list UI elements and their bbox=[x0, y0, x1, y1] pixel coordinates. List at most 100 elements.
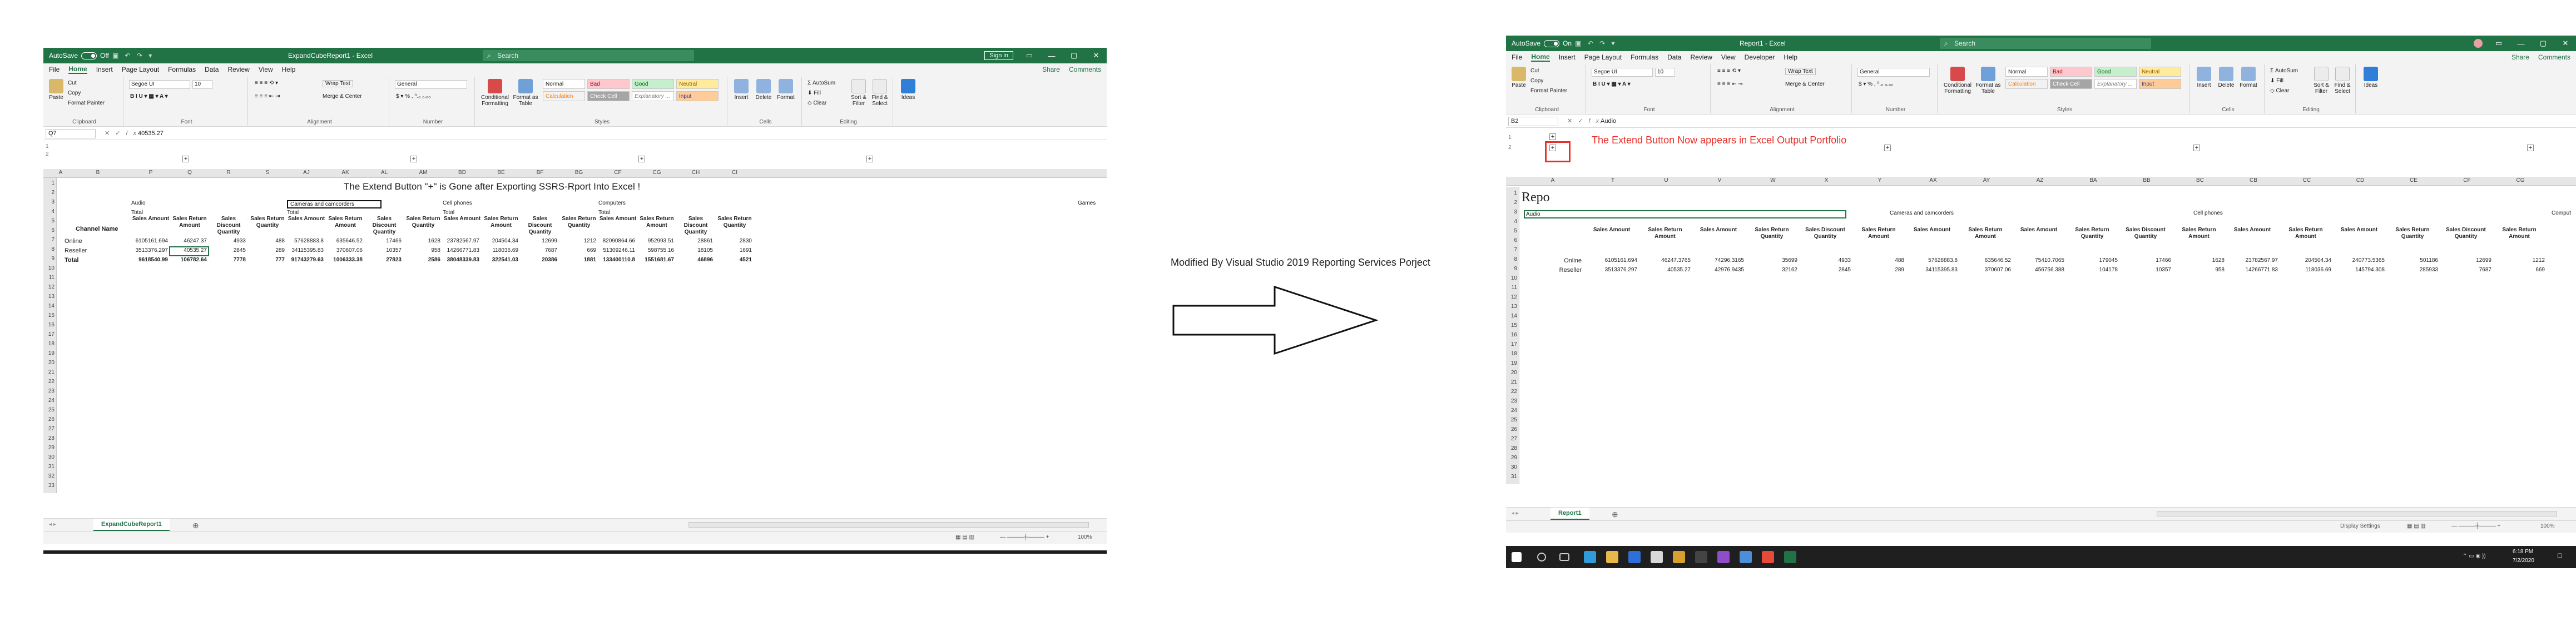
column-header[interactable]: Q bbox=[170, 170, 209, 176]
row-header[interactable]: 21 bbox=[43, 369, 55, 375]
file-explorer-icon[interactable] bbox=[1606, 551, 1618, 563]
find-select-button[interactable]: Find & Select bbox=[2332, 67, 2352, 95]
view-icons[interactable]: ▦ ▤ ▥ bbox=[2407, 523, 2426, 529]
column-header[interactable]: CE bbox=[2387, 177, 2440, 183]
column-header[interactable]: AX bbox=[1906, 177, 1960, 183]
column-header[interactable]: W bbox=[1746, 177, 1800, 183]
tab-file[interactable]: File bbox=[49, 66, 60, 73]
name-box[interactable]: Q7 bbox=[46, 129, 96, 138]
insert-button[interactable]: Insert bbox=[732, 79, 751, 101]
ideas-button[interactable]: Ideas bbox=[2361, 67, 2380, 88]
column-header[interactable]: AL bbox=[365, 170, 404, 176]
tray-icons[interactable]: ⌃ ▭ ◉ )) bbox=[2463, 553, 2486, 559]
clock-date[interactable]: 7/2/2020 bbox=[2513, 558, 2534, 564]
row-header[interactable]: 5 bbox=[1506, 228, 1517, 234]
row-header[interactable]: 17 bbox=[43, 331, 55, 337]
row-header[interactable]: 12 bbox=[1506, 294, 1517, 300]
row-header[interactable]: 30 bbox=[1506, 464, 1517, 470]
number-format-select[interactable]: General bbox=[1857, 68, 1930, 77]
row-header[interactable]: 15 bbox=[1506, 322, 1517, 329]
close-icon[interactable]: ✕ bbox=[2559, 39, 2572, 48]
cut-button[interactable]: Cut bbox=[68, 80, 77, 86]
expand-plus-button[interactable]: + bbox=[638, 156, 645, 162]
row-header[interactable]: 26 bbox=[43, 416, 55, 423]
visual-studio-icon[interactable] bbox=[1717, 551, 1730, 563]
row-header[interactable]: 23 bbox=[1506, 398, 1517, 404]
column-header[interactable]: AM bbox=[404, 170, 443, 176]
clear-button[interactable]: ◇ Clear bbox=[808, 100, 826, 106]
row-header[interactable]: 30 bbox=[43, 454, 55, 460]
copy-button[interactable]: Copy bbox=[1530, 78, 1543, 84]
sort-filter-button[interactable]: Sort & Filter bbox=[2311, 67, 2331, 95]
column-header[interactable]: CD bbox=[2334, 177, 2387, 183]
tab-view[interactable]: View bbox=[259, 66, 273, 73]
row-header[interactable]: 20 bbox=[43, 360, 55, 366]
row-header[interactable]: 6 bbox=[43, 227, 55, 233]
fx-icon[interactable]: ✕✓fx bbox=[105, 130, 142, 137]
ribbon-display-icon[interactable]: ▭ bbox=[1023, 51, 1036, 60]
tab-formulas[interactable]: Formulas bbox=[168, 66, 196, 73]
outline-level-1[interactable]: 1 bbox=[46, 143, 49, 150]
row-header[interactable]: 10 bbox=[43, 265, 55, 271]
fill-button[interactable]: ⬇ Fill bbox=[2270, 78, 2283, 84]
row-header[interactable]: 3 bbox=[43, 199, 55, 205]
row-header[interactable]: 27 bbox=[1506, 436, 1517, 442]
zoom-slider[interactable]: — ———┼——— + bbox=[2451, 523, 2500, 529]
tab-home[interactable]: Home bbox=[68, 65, 87, 74]
view-icons[interactable]: ▦ ▤ ▥ bbox=[955, 534, 974, 540]
formula-input[interactable]: Audio bbox=[1601, 118, 1616, 125]
share-button[interactable]: Share bbox=[2511, 53, 2529, 61]
outline-level-2[interactable]: 2 bbox=[46, 151, 49, 157]
tab-page-layout[interactable]: Page Layout bbox=[122, 66, 159, 73]
app-icon-4[interactable] bbox=[1740, 551, 1752, 563]
tab-home[interactable]: Home bbox=[1531, 53, 1550, 62]
row-header[interactable]: 8 bbox=[1506, 256, 1517, 262]
row-header[interactable]: 25 bbox=[1506, 417, 1517, 423]
row-header[interactable]: 31 bbox=[43, 464, 55, 470]
row-header[interactable]: 24 bbox=[43, 398, 55, 404]
minimize-icon[interactable]: — bbox=[2515, 39, 2527, 48]
format-as-table-button[interactable]: Format as Table bbox=[512, 79, 539, 107]
tab-review[interactable]: Review bbox=[227, 66, 249, 73]
column-header[interactable]: CI bbox=[715, 170, 754, 176]
column-header[interactable]: BG bbox=[559, 170, 598, 176]
sort-filter-button[interactable]: Sort & Filter bbox=[849, 79, 869, 107]
tab-insert[interactable]: Insert bbox=[1559, 53, 1576, 61]
edge-icon[interactable] bbox=[1584, 551, 1596, 563]
column-header[interactable]: CH bbox=[676, 170, 715, 176]
delete-button[interactable]: Delete bbox=[2217, 67, 2236, 88]
tab-data[interactable]: Data bbox=[1667, 53, 1681, 61]
row-header[interactable]: 23 bbox=[43, 388, 55, 394]
font-size-select[interactable]: 10 bbox=[192, 80, 212, 89]
style-input[interactable]: Input bbox=[676, 91, 719, 101]
excel-icon[interactable] bbox=[1784, 551, 1796, 563]
comments-button[interactable]: Comments bbox=[1069, 66, 1101, 73]
column-header[interactable]: CF bbox=[2440, 177, 2494, 183]
row-header[interactable]: 24 bbox=[1506, 408, 1517, 414]
column-header[interactable]: CC bbox=[2280, 177, 2334, 183]
zoom-level[interactable]: 100% bbox=[2540, 523, 2555, 529]
column-header[interactable]: BF bbox=[521, 170, 559, 176]
style-neutral[interactable]: Neutral bbox=[2139, 67, 2181, 77]
align-icons[interactable]: ≡ ≡ ≡ ⟲ ▾ bbox=[1717, 68, 1741, 74]
ideas-button[interactable]: Ideas bbox=[899, 79, 918, 101]
row-header[interactable]: 9 bbox=[1506, 266, 1517, 272]
merge-center-button[interactable]: Merge & Center bbox=[1785, 81, 1825, 87]
row-header[interactable]: 9 bbox=[43, 256, 55, 262]
row-header[interactable]: 28 bbox=[43, 435, 55, 441]
column-header[interactable]: CG bbox=[2494, 177, 2547, 183]
style-good[interactable]: Good bbox=[632, 79, 674, 89]
style-check-cell[interactable]: Check Cell bbox=[2050, 79, 2092, 89]
sheet-nav-icons[interactable]: ◂ ▸ bbox=[49, 521, 56, 528]
row-header[interactable]: 4 bbox=[1506, 218, 1517, 225]
number-format-icons[interactable]: $ ▾ % , ⁰.₀ ₀.₀₀ bbox=[1859, 81, 1893, 87]
column-header[interactable]: Y bbox=[1853, 177, 1906, 183]
row-header[interactable]: 22 bbox=[43, 379, 55, 385]
row-header[interactable]: 21 bbox=[1506, 379, 1517, 385]
row-header[interactable]: 25 bbox=[43, 407, 55, 413]
name-box[interactable]: B2 bbox=[1508, 117, 1558, 126]
expand-plus-button[interactable]: + bbox=[410, 156, 417, 162]
row-header[interactable]: 18 bbox=[43, 341, 55, 347]
row-header[interactable]: 29 bbox=[43, 445, 55, 451]
tab-insert[interactable]: Insert bbox=[96, 66, 113, 73]
